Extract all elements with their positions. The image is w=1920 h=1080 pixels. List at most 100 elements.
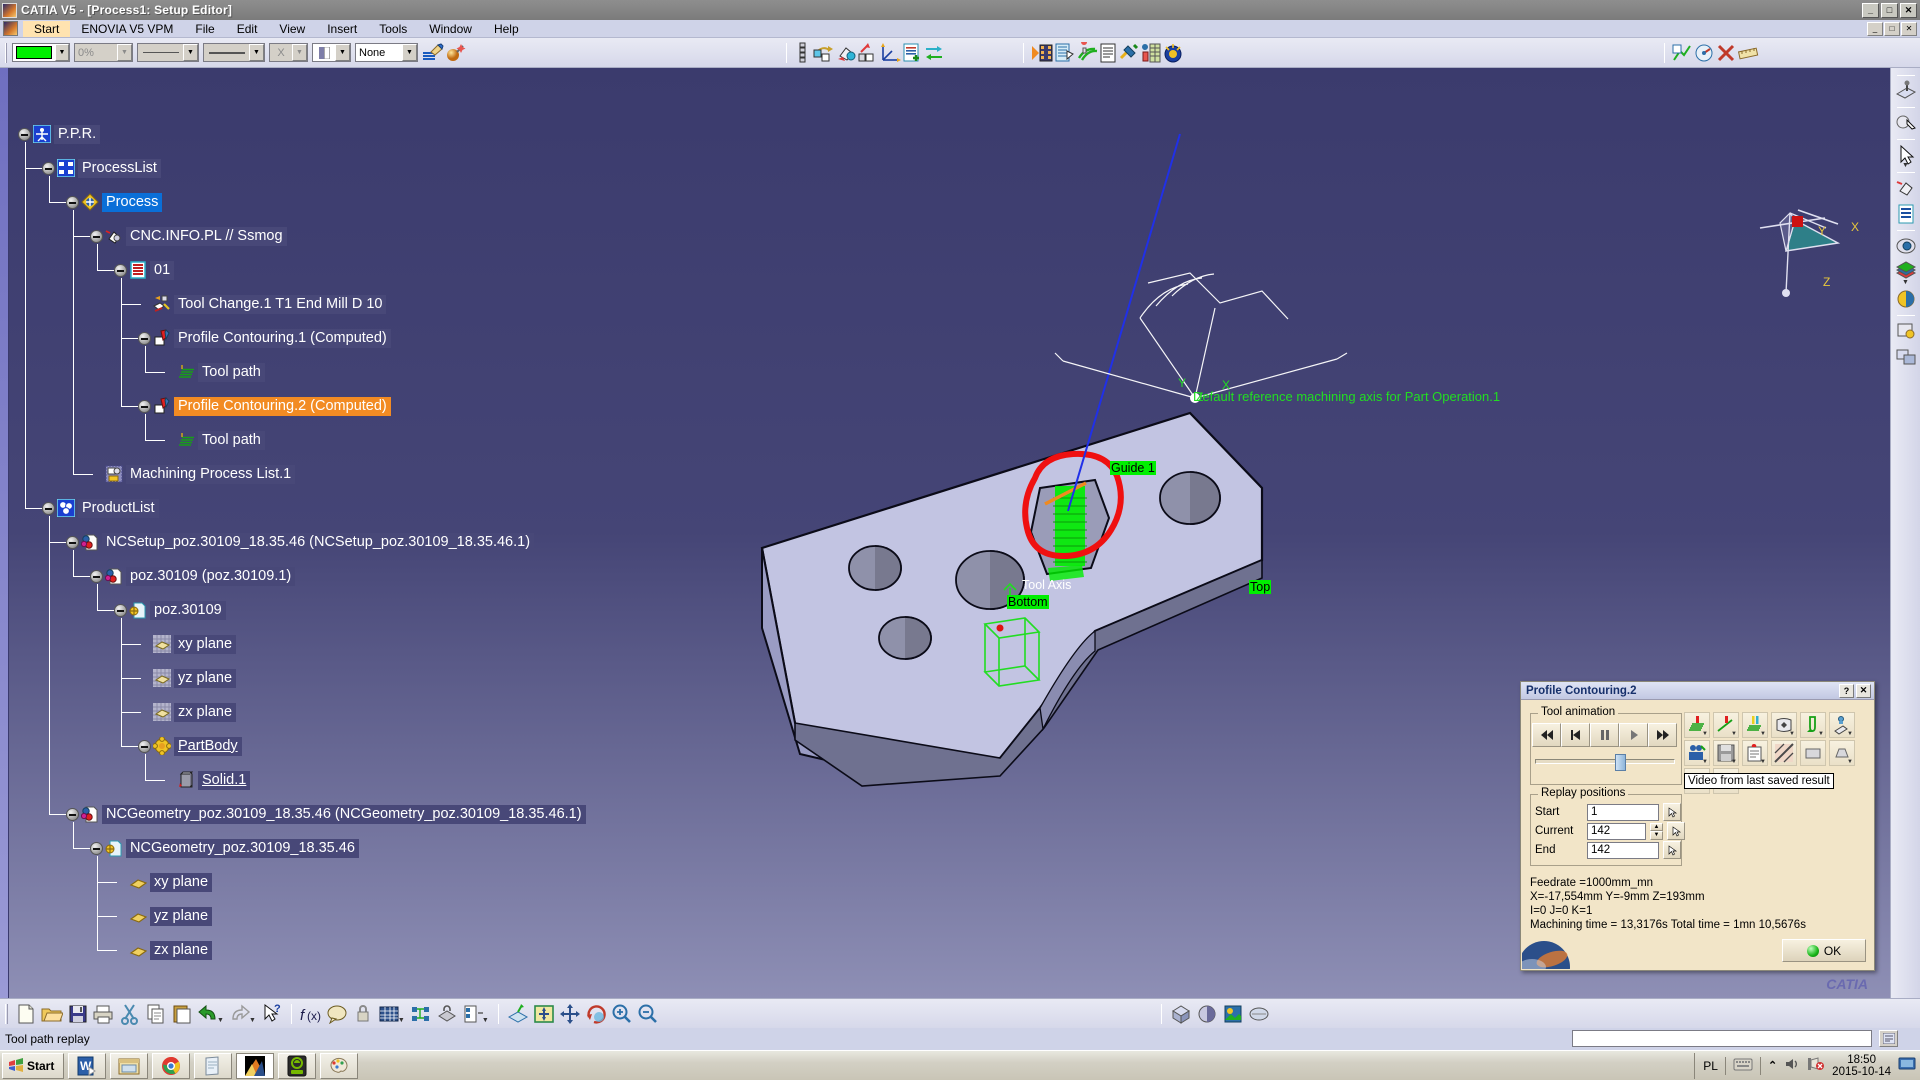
- tool-path-line-mode-icon[interactable]: ▼: [1713, 712, 1739, 738]
- start-input[interactable]: 1: [1587, 803, 1659, 821]
- tree-node[interactable]: xy plane: [138, 634, 237, 654]
- tree-node[interactable]: Machining Process List.1: [90, 464, 296, 484]
- paste-icon[interactable]: [169, 1001, 195, 1027]
- magic-wand-icon[interactable]: [444, 40, 466, 66]
- pan-icon[interactable]: [557, 1001, 583, 1027]
- render-style-right-icon[interactable]: [1893, 286, 1919, 312]
- select-arrow-icon[interactable]: [1893, 142, 1919, 168]
- part-operation-right-icon[interactable]: [1893, 175, 1919, 201]
- command-input-button[interactable]: [1879, 1030, 1898, 1047]
- point-symbol-combo[interactable]: X ▼: [269, 43, 308, 62]
- menu-item-start[interactable]: Start: [23, 20, 71, 37]
- tree-expander[interactable]: [114, 263, 127, 277]
- save-icon[interactable]: [65, 1001, 91, 1027]
- tree-expander[interactable]: [42, 161, 55, 175]
- tree-node-label[interactable]: yz plane: [150, 906, 213, 926]
- tree-node[interactable]: Solid.1: [162, 770, 251, 790]
- lock-icon[interactable]: [350, 1001, 376, 1027]
- tree-node-label[interactable]: Tool path: [198, 430, 265, 450]
- doc-close-button[interactable]: ✕: [1901, 21, 1917, 36]
- menu-item-edit[interactable]: Edit: [226, 21, 269, 37]
- view-mode-icon[interactable]: [1893, 233, 1919, 259]
- dialog-help-button[interactable]: ?: [1839, 683, 1854, 698]
- collision-check-icon[interactable]: [1715, 40, 1737, 66]
- photo-simulation-icon[interactable]: [1076, 40, 1098, 66]
- tree-node-label[interactable]: ProductList: [78, 498, 159, 518]
- tree-node[interactable]: P.P.R.: [18, 124, 101, 144]
- notepad-taskbar-button[interactable]: [194, 1052, 233, 1079]
- tree-node-label[interactable]: NCSetup_poz.30109_18.35.46 (NCSetup_poz.…: [102, 532, 535, 552]
- tree-node-label[interactable]: ProcessList: [78, 158, 161, 178]
- whats-this-help-icon[interactable]: ?: [259, 1001, 285, 1027]
- nc-code-report-icon[interactable]: ▼: [1742, 740, 1768, 766]
- material-removal-icon[interactable]: ▼: [1771, 712, 1797, 738]
- point-symbol-combo-arrow[interactable]: ▼: [292, 44, 307, 61]
- render-style-combo[interactable]: None ▼: [355, 43, 418, 62]
- lineweight-combo-arrow[interactable]: ▼: [249, 44, 264, 61]
- zoom-in-icon[interactable]: [609, 1001, 635, 1027]
- tree-node[interactable]: zx plane: [114, 940, 213, 960]
- pause-button[interactable]: [1590, 723, 1619, 747]
- command-input[interactable]: [1572, 1030, 1872, 1047]
- nvidia-taskbar-button[interactable]: [278, 1052, 317, 1079]
- tool-path-replay-icon[interactable]: [1030, 40, 1054, 66]
- end-pick-button[interactable]: [1663, 841, 1681, 859]
- rework-area-icon[interactable]: [813, 40, 835, 66]
- tree-expander[interactable]: [66, 195, 79, 209]
- layers-icon[interactable]: [1893, 259, 1919, 285]
- tree-expander[interactable]: [18, 127, 31, 141]
- tree-node-label[interactable]: P.P.R.: [54, 124, 101, 144]
- painter-brush-icon[interactable]: [422, 40, 444, 66]
- step-back-button[interactable]: [1561, 723, 1590, 747]
- video-simulation-icon[interactable]: [1054, 40, 1076, 66]
- tree-node-label[interactable]: xy plane: [174, 634, 237, 654]
- dialog-close-button[interactable]: ✕: [1856, 683, 1871, 698]
- profile-contouring-dialog[interactable]: Profile Contouring.2 ? ✕ Tool animation: [1520, 681, 1875, 971]
- tree-node-label[interactable]: Profile Contouring.1 (Computed): [174, 328, 391, 348]
- hide-show-icon[interactable]: [1893, 318, 1919, 344]
- cut-icon[interactable]: [117, 1001, 143, 1027]
- tree-expander[interactable]: [138, 399, 151, 413]
- tree-node[interactable]: Tool Change.1 T1 End Mill D 10: [138, 294, 387, 314]
- tree-expander[interactable]: [114, 603, 127, 617]
- menu-item-insert[interactable]: Insert: [316, 21, 368, 37]
- catia-taskbar-button[interactable]: [236, 1052, 275, 1079]
- replace-tool-icon[interactable]: [923, 40, 945, 66]
- tree-node[interactable]: CNC.INFO.PL // Ssmog: [90, 226, 287, 246]
- tree-node[interactable]: yz plane: [114, 906, 213, 926]
- toolbar-grip[interactable]: [5, 42, 7, 63]
- menu-item-view[interactable]: View: [268, 21, 316, 37]
- tree-node-label[interactable]: zx plane: [174, 702, 237, 722]
- menu-item-window[interactable]: Window: [418, 21, 483, 37]
- copy-icon[interactable]: [143, 1001, 169, 1027]
- axis-system-icon[interactable]: [879, 40, 901, 66]
- render-style-combo-arrow[interactable]: ▼: [402, 44, 417, 61]
- tree-node-label[interactable]: Profile Contouring.2 (Computed): [174, 396, 391, 416]
- menu-item-tools[interactable]: Tools: [368, 21, 418, 37]
- window-controls[interactable]: _ □ ✕: [1862, 2, 1920, 18]
- close-button[interactable]: ✕: [1900, 2, 1917, 18]
- dialog-title-bar[interactable]: Profile Contouring.2 ? ✕: [1521, 682, 1874, 700]
- rotate-icon[interactable]: [583, 1001, 609, 1027]
- new-icon[interactable]: [13, 1001, 39, 1027]
- measure-icon[interactable]: [1737, 40, 1759, 66]
- animation-slider-thumb[interactable]: [1615, 754, 1626, 771]
- tree-node[interactable]: NCGeometry_poz.30109_18.35.46 (NCGeometr…: [66, 804, 586, 824]
- tree-node[interactable]: poz.30109 (poz.30109.1): [90, 566, 296, 586]
- tree-expander[interactable]: [138, 739, 151, 753]
- tool-path-replay-mode-icon[interactable]: ▼: [1684, 712, 1710, 738]
- tree-node[interactable]: NCGeometry_poz.30109_18.35.46: [90, 838, 359, 858]
- machining-axis-icon[interactable]: [793, 40, 813, 66]
- tree-node[interactable]: ProductList: [42, 498, 159, 518]
- end-input[interactable]: 142: [1587, 841, 1659, 859]
- design-table-icon[interactable]: [460, 1001, 486, 1027]
- network-icon[interactable]: [1807, 1057, 1825, 1074]
- tree-node-label[interactable]: yz plane: [174, 668, 237, 688]
- isometric-view-icon[interactable]: [1168, 1001, 1194, 1027]
- redo-icon[interactable]: [227, 1001, 253, 1027]
- menu-item-help[interactable]: Help: [483, 21, 530, 37]
- tree-node-label[interactable]: Solid.1: [198, 770, 251, 790]
- bottom-toolbar-grip[interactable]: [5, 1003, 8, 1024]
- minimize-button[interactable]: _: [1862, 2, 1879, 18]
- shading-material-icon[interactable]: [1194, 1001, 1220, 1027]
